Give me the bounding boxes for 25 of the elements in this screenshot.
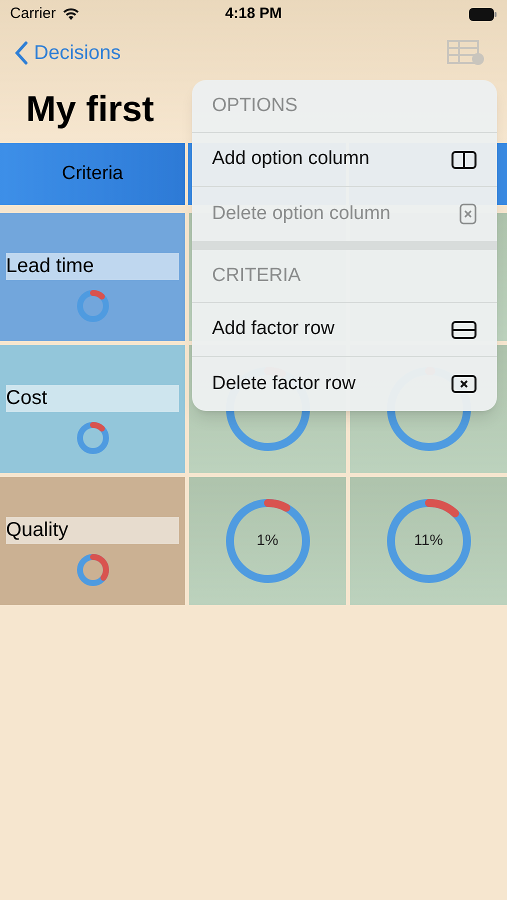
menu-section-title: OPTIONS	[212, 94, 298, 118]
score-value: 1%	[256, 530, 278, 551]
table-settings-icon[interactable]	[447, 40, 485, 66]
close-box-icon	[459, 203, 477, 225]
criteria-label: Cost	[6, 384, 179, 412]
menu-section-title: CRITERIA	[212, 264, 301, 288]
status-time: 4:18 PM	[225, 4, 282, 24]
menu-item[interactable]: Add factor row	[192, 303, 497, 357]
split-vertical-icon	[451, 150, 477, 170]
menu-item[interactable]: Add option column	[192, 133, 497, 187]
split-horizontal-icon	[451, 320, 477, 340]
battery-icon	[468, 8, 497, 20]
carrier-label: Carrier	[10, 4, 56, 24]
score-value: 11%	[414, 530, 443, 551]
close-box-icon	[451, 374, 477, 394]
criteria-header: Criteria	[0, 143, 185, 205]
weight-donut	[76, 554, 108, 586]
wifi-icon	[62, 8, 80, 20]
weight-donut	[76, 422, 108, 454]
criteria-label: Quality	[6, 516, 179, 544]
back-chevron-icon	[14, 41, 28, 65]
criteria-label: Lead time	[6, 252, 179, 280]
menu-item[interactable]: Delete factor row	[192, 357, 497, 411]
weight-donut	[76, 290, 108, 322]
page-title: My first	[26, 87, 154, 131]
